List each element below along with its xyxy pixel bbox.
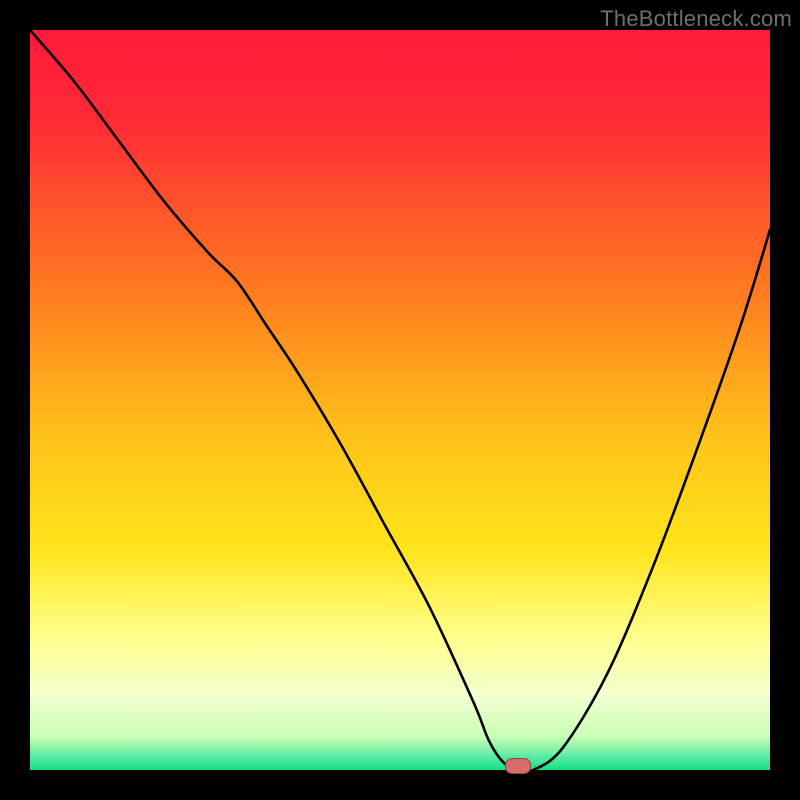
bottleneck-curve: [30, 30, 770, 770]
plot-area: [30, 30, 770, 770]
optimal-marker: [505, 758, 531, 774]
watermark-text: TheBottleneck.com: [600, 6, 792, 32]
chart-frame: TheBottleneck.com: [0, 0, 800, 800]
